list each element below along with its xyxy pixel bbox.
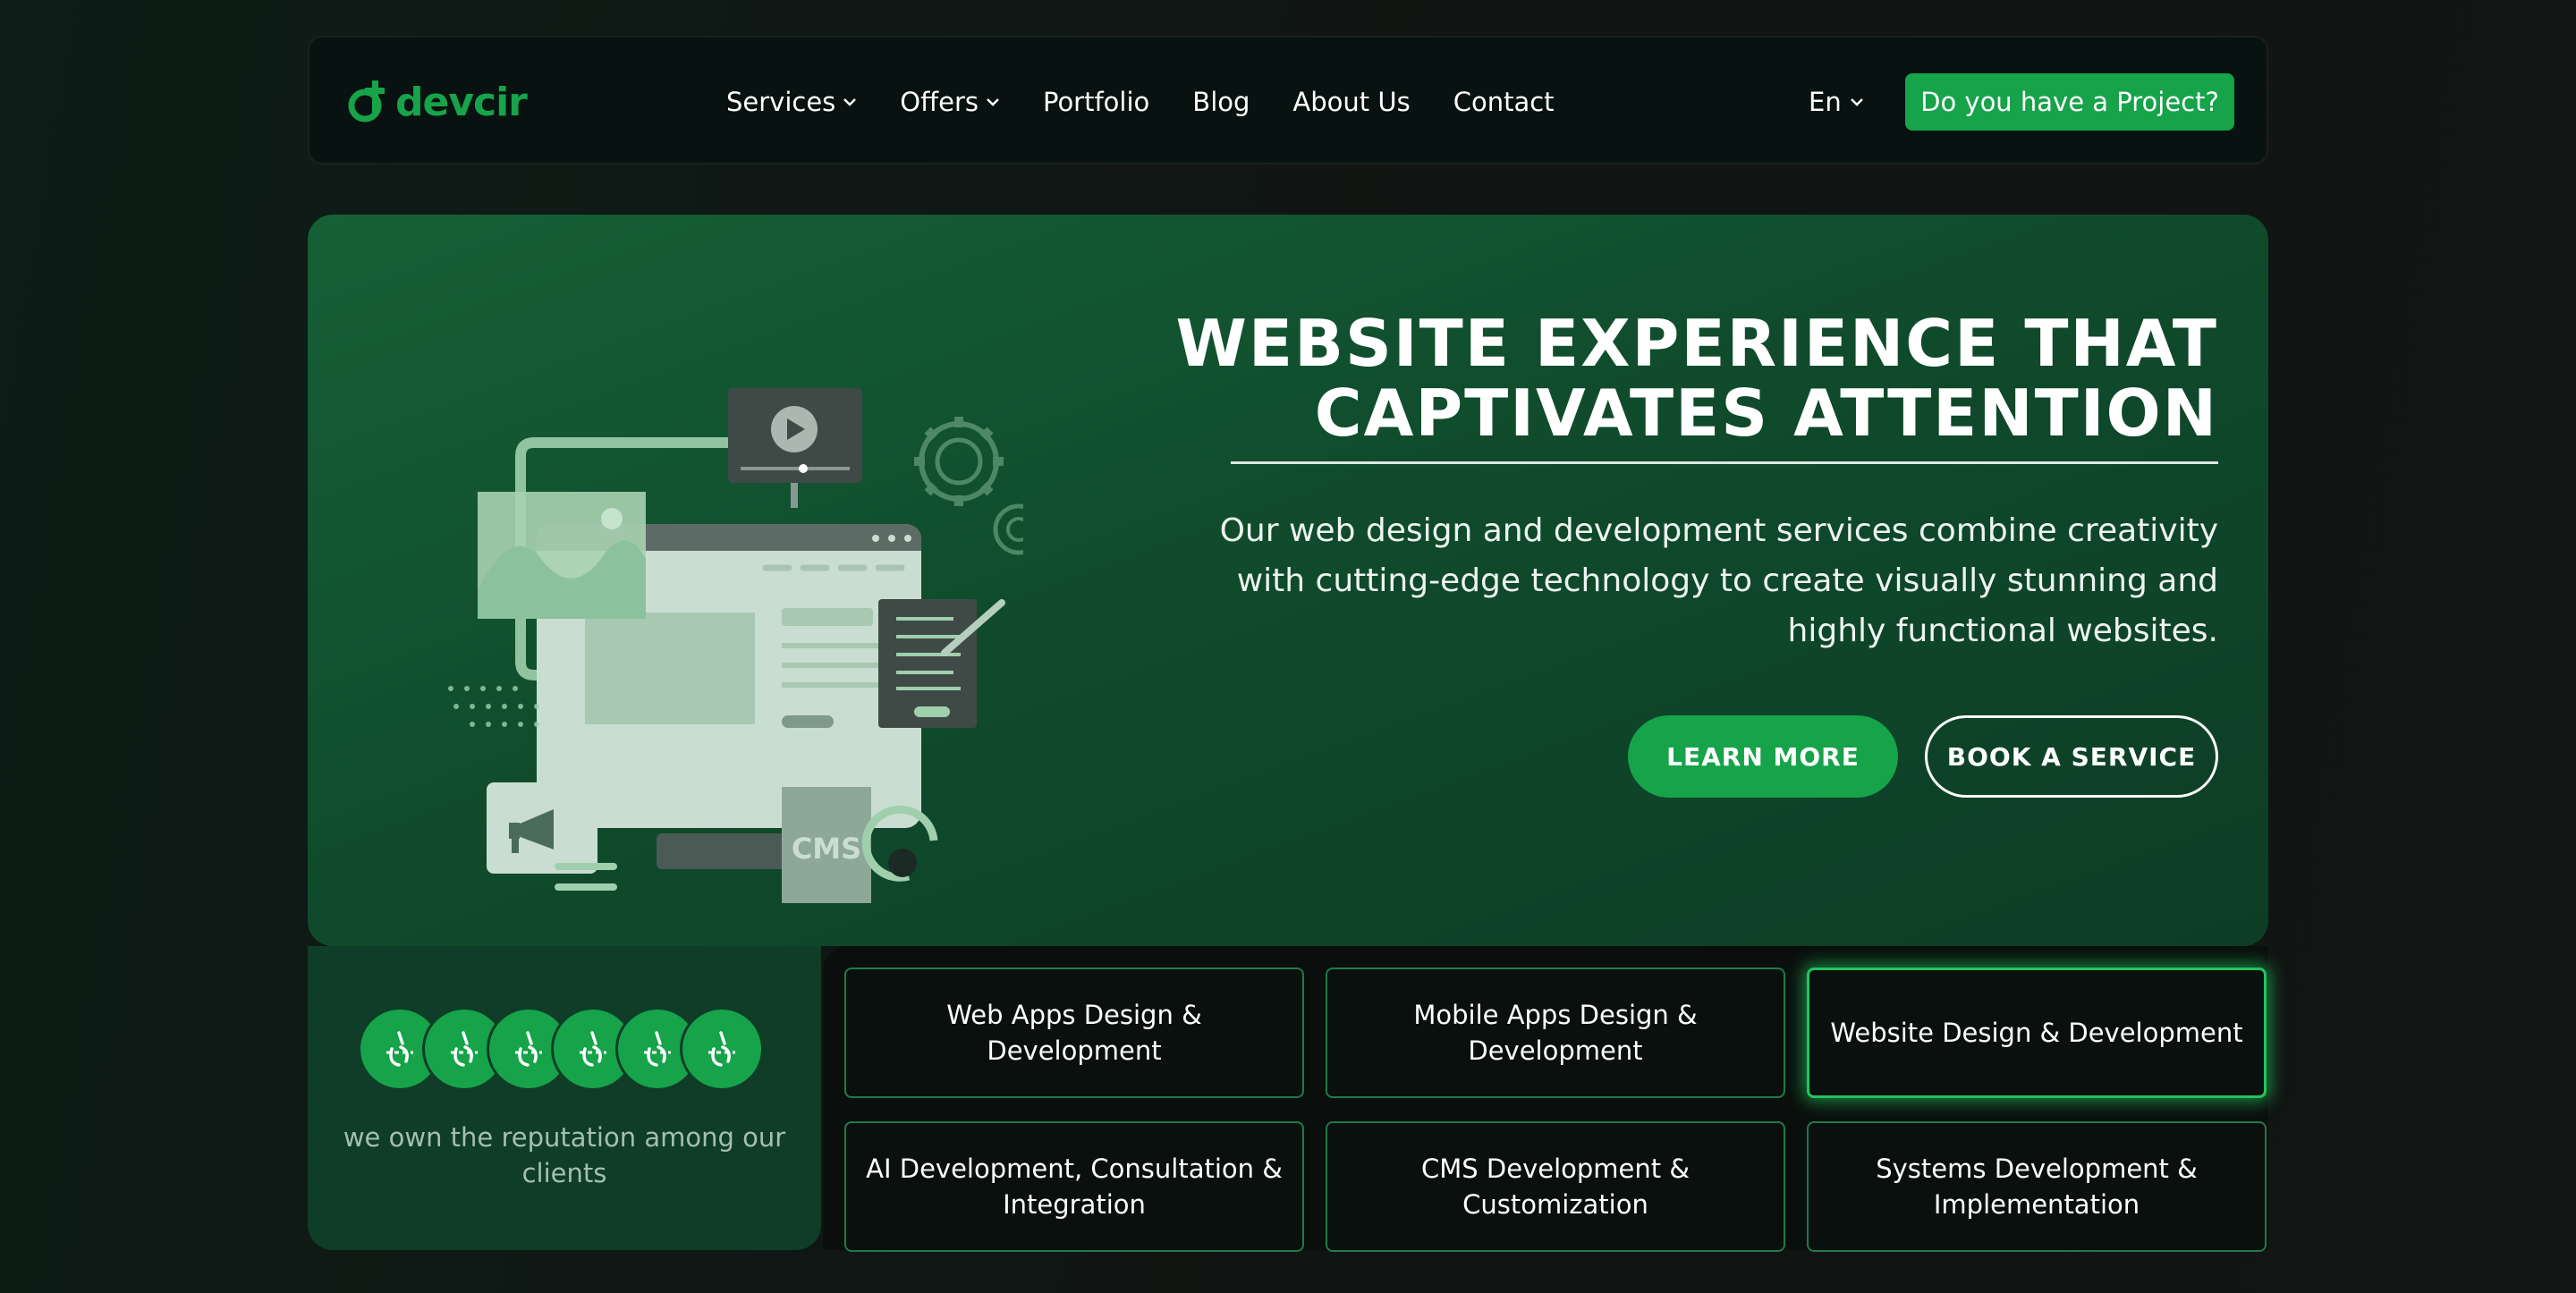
devcir-logo-icon bbox=[451, 1031, 478, 1067]
hero-title-line-1: WEBSITE EXPERIENCE THAT bbox=[1175, 306, 2218, 381]
service-card-web-apps[interactable]: Web Apps Design & Development bbox=[844, 968, 1304, 1098]
language-label: En bbox=[1809, 87, 1842, 117]
devcir-logo-icon bbox=[348, 80, 385, 123]
service-card-label: Systems Development & Implementation bbox=[1876, 1154, 2198, 1220]
book-service-button[interactable]: BOOK A SERVICE bbox=[1925, 715, 2218, 798]
service-card-website-design[interactable]: Website Design & Development bbox=[1807, 968, 2267, 1098]
service-card-label: CMS Development & Customization bbox=[1421, 1154, 1690, 1220]
nav-item-label: Contact bbox=[1453, 87, 1555, 117]
hero-title-line-2: CAPTIVATES ATTENTION bbox=[1314, 376, 2218, 451]
project-cta-button[interactable]: Do you have a Project? bbox=[1905, 73, 2234, 131]
avatar bbox=[680, 1007, 764, 1091]
video-player-card bbox=[728, 388, 862, 508]
reputation-panel: we own the reputation among our clients bbox=[308, 946, 821, 1250]
nav-item-label: Portfolio bbox=[1042, 87, 1150, 117]
service-card-label: Website Design & Development bbox=[1830, 1018, 2243, 1048]
document-card bbox=[878, 599, 977, 728]
nav-links: Services Offers Portfolio Blog About Us … bbox=[726, 80, 1597, 123]
megaphone-icon bbox=[487, 782, 597, 874]
nav-item-label: About Us bbox=[1292, 87, 1411, 117]
devcir-logo-icon bbox=[708, 1031, 735, 1067]
chevron-down-icon bbox=[987, 98, 999, 106]
nav-item-label: Offers bbox=[900, 87, 979, 117]
nav-item-services[interactable]: Services bbox=[726, 87, 857, 117]
service-card-mobile-apps[interactable]: Mobile Apps Design & Development bbox=[1326, 968, 1785, 1098]
chevron-down-icon bbox=[1850, 98, 1863, 106]
play-icon bbox=[771, 406, 818, 452]
logo-text: devcir bbox=[395, 79, 528, 125]
hero-divider bbox=[1231, 461, 2218, 464]
devcir-logo-icon bbox=[386, 1031, 413, 1067]
reputation-text: we own the reputation among our clients bbox=[343, 1122, 786, 1188]
service-card-ai-development[interactable]: AI Development, Consultation & Integrati… bbox=[844, 1121, 1304, 1252]
nav-item-offers[interactable]: Offers bbox=[900, 87, 1000, 117]
service-card-label: Mobile Apps Design & Development bbox=[1413, 1000, 1698, 1066]
devcir-logo-icon bbox=[515, 1031, 542, 1067]
service-card-cms-development[interactable]: CMS Development & Customization bbox=[1326, 1121, 1785, 1252]
image-icon bbox=[478, 492, 646, 619]
nav-item-contact[interactable]: Contact bbox=[1453, 87, 1555, 117]
learn-more-button[interactable]: LEARN MORE bbox=[1628, 715, 1898, 798]
service-card-label: Web Apps Design & Development bbox=[946, 1000, 1202, 1066]
nav-item-blog[interactable]: Blog bbox=[1192, 87, 1250, 117]
hero-section: CMS WEBSITE EXPERIENCE THAT CAPTIVATES A… bbox=[308, 215, 2268, 946]
devcir-logo-icon bbox=[644, 1031, 671, 1067]
web-design-illustration: CMS bbox=[448, 388, 1023, 903]
gear-icon bbox=[914, 417, 1004, 506]
cms-label: CMS bbox=[792, 832, 861, 866]
nav-item-label: Blog bbox=[1192, 87, 1250, 117]
gear-icon bbox=[993, 503, 1023, 555]
logo[interactable]: devcir bbox=[345, 77, 528, 127]
services-grid: Web Apps Design & Development Mobile App… bbox=[823, 946, 2268, 1252]
service-card-systems-development[interactable]: Systems Development & Implementation bbox=[1807, 1121, 2267, 1252]
service-card-label: AI Development, Consultation & Integrati… bbox=[866, 1154, 1283, 1220]
devcir-logo-icon bbox=[580, 1031, 606, 1067]
nav-item-label: Services bbox=[726, 87, 836, 117]
hero-description: Our web design and development services … bbox=[1219, 512, 2218, 649]
nav-item-about-us[interactable]: About Us bbox=[1292, 87, 1410, 117]
nav-item-portfolio[interactable]: Portfolio bbox=[1043, 87, 1149, 117]
top-navbar: devcir Services Offers Portfolio Blog Ab… bbox=[308, 36, 2268, 165]
language-selector[interactable]: En bbox=[1809, 80, 1865, 123]
client-avatars bbox=[358, 1007, 764, 1091]
chevron-down-icon bbox=[843, 98, 857, 106]
hero-title: WEBSITE EXPERIENCE THAT CAPTIVATES ATTEN… bbox=[1145, 308, 2218, 448]
